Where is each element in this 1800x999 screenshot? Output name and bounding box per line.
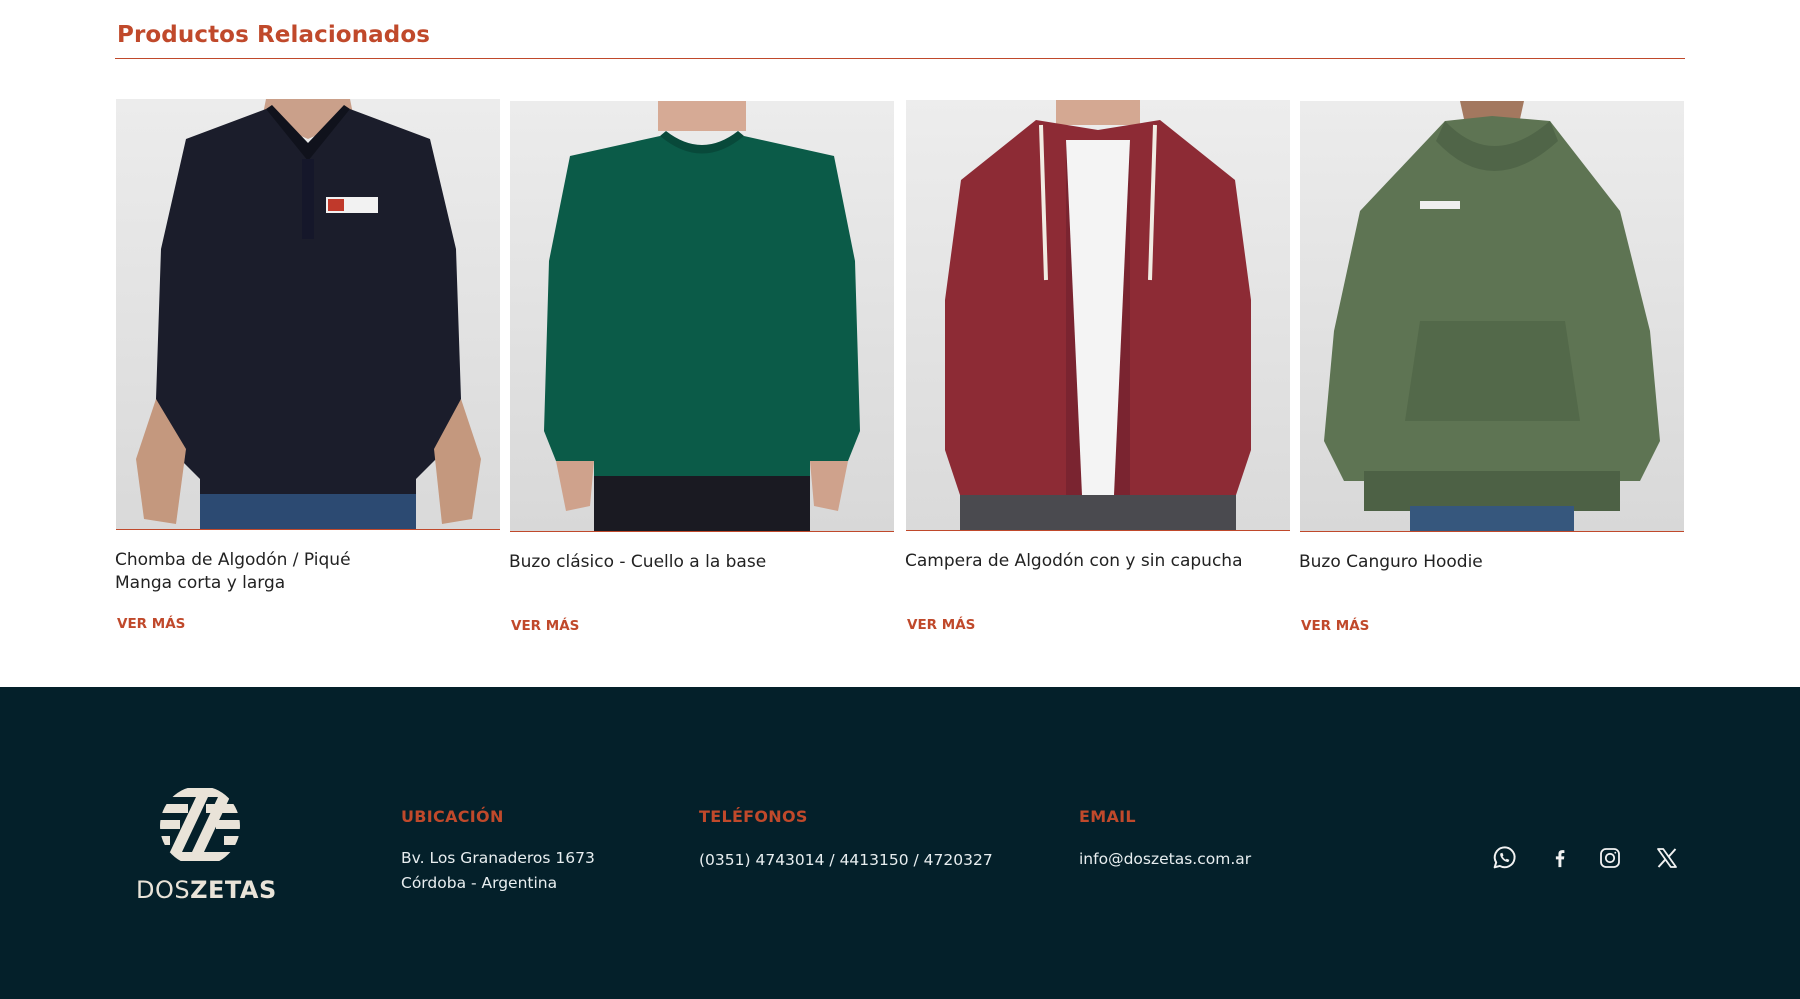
- footer-phones: TELÉFONOS (0351) 4743014 / 4413150 / 472…: [699, 807, 993, 873]
- product-image[interactable]: [906, 100, 1290, 531]
- location-heading: UBICACIÓN: [401, 807, 504, 826]
- city-line: Córdoba - Argentina: [401, 874, 558, 892]
- doszetas-logo-icon: [160, 788, 240, 861]
- doszetas-logo[interactable]: DOSZETAS: [132, 786, 276, 906]
- product-image[interactable]: [116, 99, 500, 530]
- phones-heading: TELÉFONOS: [699, 807, 808, 826]
- instagram-icon[interactable]: [1594, 842, 1626, 874]
- phone-numbers[interactable]: (0351) 4743014 / 4413150 / 4720327: [699, 848, 993, 873]
- ver-mas-link[interactable]: VER MÁS: [907, 617, 975, 633]
- section-title: Productos Relacionados: [117, 22, 431, 48]
- product-name[interactable]: Buzo Canguro Hoodie: [1299, 551, 1483, 574]
- sweatshirt-photo: [510, 101, 894, 531]
- product-name[interactable]: Campera de Algodón con y sin capucha: [905, 550, 1243, 573]
- facebook-icon[interactable]: [1544, 842, 1576, 874]
- product-name[interactable]: Buzo clásico - Cuello a la base: [509, 551, 766, 574]
- footer-email: EMAIL info@doszetas.com.ar: [1079, 807, 1251, 872]
- zip-hoodie-photo: [906, 100, 1290, 530]
- product-name[interactable]: Chomba de Algodón / Piqué Manga corta y …: [115, 549, 351, 595]
- product-image[interactable]: [510, 101, 894, 532]
- ver-mas-link[interactable]: VER MÁS: [117, 616, 185, 632]
- product-image[interactable]: [1300, 101, 1684, 532]
- ver-mas-link[interactable]: VER MÁS: [511, 618, 579, 634]
- section-divider: [115, 58, 1685, 59]
- ver-mas-link[interactable]: VER MÁS: [1301, 618, 1369, 634]
- email-heading: EMAIL: [1079, 807, 1136, 826]
- pullover-hoodie-photo: [1300, 101, 1684, 531]
- x-twitter-icon[interactable]: [1651, 842, 1683, 874]
- polo-shirt-photo: [116, 99, 500, 529]
- related-products-section: Productos Relacionados Chomba de Algodón…: [0, 0, 1800, 687]
- logo-wordmark: DOSZETAS: [136, 876, 277, 904]
- footer-location: UBICACIÓN Bv. Los Granaderos 1673 Córdob…: [401, 807, 595, 896]
- address-line: Bv. Los Granaderos 1673: [401, 849, 595, 867]
- email-address[interactable]: info@doszetas.com.ar: [1079, 847, 1251, 872]
- whatsapp-icon[interactable]: [1488, 842, 1520, 874]
